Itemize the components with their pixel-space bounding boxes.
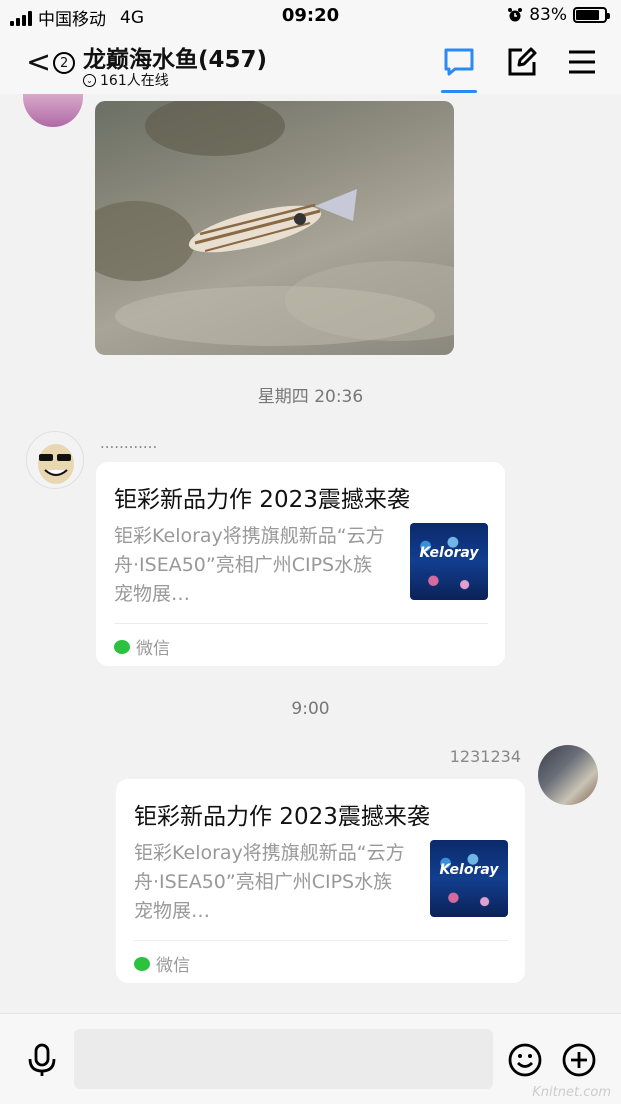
wechat-icon <box>114 639 130 654</box>
thumbnail-brand-text: Keloray <box>439 862 499 878</box>
battery-percent: 83% <box>529 5 567 25</box>
card-description: 钜彩Keloray将携旗舰新品“云方舟·ISEA50”亮相广州CIPS水族宠物展… <box>114 525 385 605</box>
chat-icon[interactable] <box>443 46 475 78</box>
unread-badge: 2 <box>53 52 76 74</box>
avatar[interactable] <box>538 745 598 805</box>
card-source: 微信 <box>134 951 190 976</box>
card-divider <box>114 623 488 624</box>
timestamp: 9:00 <box>291 699 330 719</box>
fish-photo-image <box>95 101 454 346</box>
card-source: 微信 <box>114 634 170 659</box>
status-bar: 中国移动 4G 09:20 83% <box>0 0 621 32</box>
avatar-image <box>38 444 74 484</box>
card-divider <box>134 940 508 941</box>
wechat-icon <box>134 956 150 971</box>
card-description: 钜彩Keloray将携旗舰新品“云方舟·ISEA50”亮相广州CIPS水族宠物展… <box>134 842 405 922</box>
card-thumbnail: Keloray <box>410 523 488 600</box>
group-title: 龙巅海水鱼(457) <box>83 47 268 73</box>
alarm-icon <box>508 8 523 22</box>
sender-name: 1231234 <box>449 747 521 766</box>
add-icon[interactable] <box>561 1042 597 1078</box>
menu-icon[interactable] <box>566 46 598 78</box>
back-button[interactable]: < 2 <box>26 45 76 80</box>
photo-message[interactable] <box>95 101 454 355</box>
card-title: 钜彩新品力作 2023震撼来袭 <box>134 804 430 830</box>
thumbnail-brand-text: Keloray <box>419 545 479 561</box>
active-tab-indicator <box>441 90 477 93</box>
source-label: 微信 <box>136 639 170 659</box>
online-count[interactable]: ⌄ 161人在线 <box>83 70 169 90</box>
online-label: 161人在线 <box>100 73 169 89</box>
emoji-icon[interactable] <box>507 1042 543 1078</box>
battery-icon <box>573 7 610 23</box>
microphone-icon[interactable] <box>24 1042 60 1078</box>
watermark: Knitnet.com <box>532 1085 611 1100</box>
card-title: 钜彩新品力作 2023震撼来袭 <box>114 487 410 513</box>
avatar[interactable] <box>23 94 83 127</box>
card-thumbnail: Keloray <box>430 840 508 917</box>
chat-header: < 2 龙巅海水鱼(457) ⌄ 161人在线 <box>0 32 621 94</box>
edit-icon[interactable] <box>506 46 538 78</box>
chevron-down-icon: ⌄ <box>83 73 96 87</box>
sender-name: ............ <box>100 434 158 452</box>
input-bar: Knitnet.com <box>0 1013 621 1104</box>
share-card[interactable]: 钜彩新品力作 2023震撼来袭 钜彩Keloray将携旗舰新品“云方舟·ISEA… <box>116 779 525 983</box>
source-label: 微信 <box>156 956 190 976</box>
message-input[interactable] <box>74 1029 493 1089</box>
share-card[interactable]: 钜彩新品力作 2023震撼来袭 钜彩Keloray将携旗舰新品“云方舟·ISEA… <box>96 462 505 666</box>
chevron-left-icon: < <box>26 45 52 80</box>
battery-fill <box>576 10 600 20</box>
avatar[interactable] <box>26 431 84 489</box>
status-right: 83% <box>507 5 610 25</box>
timestamp: 星期四 20:36 <box>257 387 364 407</box>
